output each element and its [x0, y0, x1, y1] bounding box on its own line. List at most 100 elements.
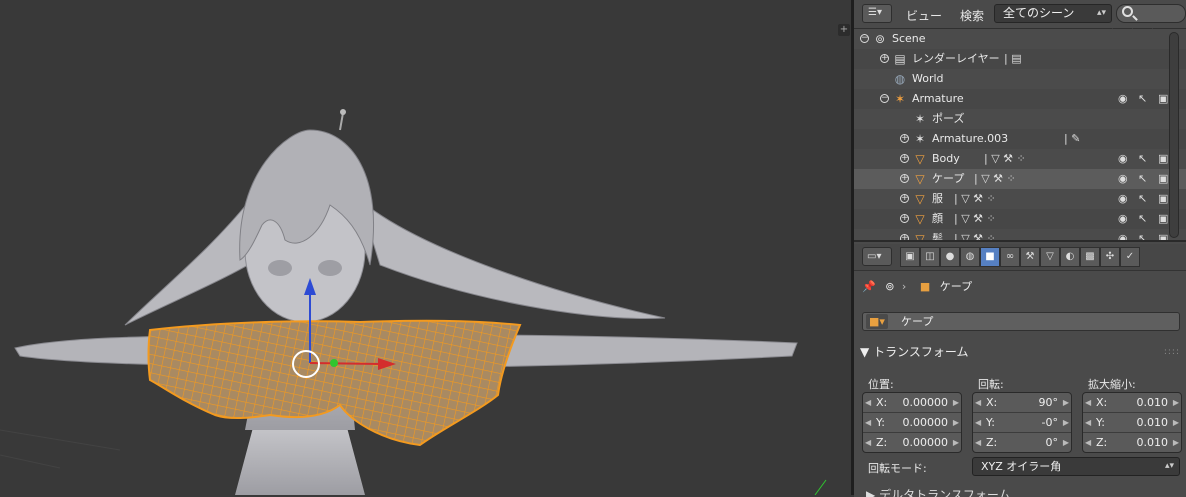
expand-icon[interactable]: + — [900, 214, 909, 223]
render-layer-icon[interactable]: | ▤ — [1004, 49, 1022, 69]
panel-grip-icon[interactable]: :::: — [1164, 342, 1180, 362]
expand-icon[interactable]: + — [880, 54, 889, 63]
outliner-row[interactable]: + ▽ 髪 | ▽ ⚒ ⁘ ◉ ↖ ▣ — [854, 229, 1186, 240]
outliner-row[interactable]: − ✶ Armature ◉ ↖ ▣ — [854, 89, 1186, 109]
eye-icon[interactable]: ◉ — [1118, 149, 1128, 169]
eye-icon[interactable]: ◉ — [1118, 89, 1128, 109]
increment-arrow-icon[interactable]: ▶ — [1173, 413, 1179, 432]
eye-icon[interactable]: ◉ — [1118, 169, 1128, 189]
tab-scene[interactable]: ● — [940, 247, 960, 267]
camera-icon[interactable]: ▣ — [1158, 209, 1168, 229]
decrement-arrow-icon[interactable]: ◀ — [975, 413, 981, 432]
tab-render-layers[interactable]: ◫ — [920, 247, 940, 267]
cursor-icon[interactable]: ↖ — [1138, 169, 1147, 189]
editor-type-button[interactable]: ▭▾ — [862, 247, 892, 266]
decrement-arrow-icon[interactable]: ◀ — [865, 433, 871, 452]
outliner-row[interactable]: + ▽ ケープ | ▽ ⚒ ⁘ ◉ ↖ ▣ — [854, 169, 1186, 189]
decrement-arrow-icon[interactable]: ◀ — [975, 393, 981, 412]
display-mode-select[interactable]: 全てのシーン ▴▾ — [994, 4, 1112, 23]
decrement-arrow-icon[interactable]: ◀ — [975, 433, 981, 452]
camera-icon[interactable]: ▣ — [1158, 189, 1168, 209]
cursor-icon[interactable]: ↖ — [1138, 209, 1147, 229]
increment-arrow-icon[interactable]: ▶ — [1173, 393, 1179, 412]
mesh-modifier-vgroup-icons[interactable]: | ▽ ⚒ ⁘ — [954, 189, 996, 209]
location-x-field[interactable]: ◀ X: 0.00000 ▶ — [863, 393, 961, 412]
outliner-row[interactable]: + ✶ Armature.003 | ✎ — [854, 129, 1186, 149]
decrement-arrow-icon[interactable]: ◀ — [1085, 433, 1091, 452]
tab-object[interactable]: ■ — [980, 247, 1000, 267]
camera-icon[interactable]: ▣ — [1158, 169, 1168, 189]
outliner-row[interactable]: + ▽ Body | ▽ ⚒ ⁘ ◉ ↖ ▣ — [854, 149, 1186, 169]
scale-x-field[interactable]: ◀ X: 0.010 ▶ — [1083, 393, 1181, 412]
increment-arrow-icon[interactable]: ▶ — [1173, 433, 1179, 452]
tab-physics[interactable]: ✓ — [1120, 247, 1140, 267]
scale-z-field[interactable]: ◀ Z: 0.010 ▶ — [1083, 432, 1181, 452]
location-y-field[interactable]: ◀ Y: 0.00000 ▶ — [863, 412, 961, 432]
3d-viewport[interactable]: + — [0, 0, 851, 495]
outliner-row[interactable]: − ⊚ Scene — [854, 29, 1186, 49]
eye-icon[interactable]: ◉ — [1118, 189, 1128, 209]
transform-panel-header[interactable]: ▼ トランスフォーム :::: — [860, 342, 1180, 362]
expand-icon[interactable]: + — [900, 154, 909, 163]
expand-icon[interactable]: + — [900, 174, 909, 183]
rotation-y-field[interactable]: ◀ Y: -0° ▶ — [973, 412, 1071, 432]
decrement-arrow-icon[interactable]: ◀ — [865, 413, 871, 432]
region-toggle-plus-icon[interactable]: + — [838, 24, 850, 36]
collapse-icon[interactable]: − — [860, 34, 869, 43]
viewport-scene[interactable] — [0, 0, 851, 495]
outliner-row[interactable]: + ▽ 服 | ▽ ⚒ ⁘ ◉ ↖ ▣ — [854, 189, 1186, 209]
menu-search[interactable]: 検索 — [960, 7, 984, 24]
decrement-arrow-icon[interactable]: ◀ — [865, 393, 871, 412]
object-name-field[interactable]: ■▾ ケープ — [862, 312, 1180, 331]
pin-icon[interactable]: 📌 — [862, 280, 876, 293]
cursor-icon[interactable]: ↖ — [1138, 149, 1147, 169]
camera-icon[interactable]: ▣ — [1158, 229, 1168, 240]
tab-constraints[interactable]: ∞ — [1000, 247, 1020, 267]
editor-type-button[interactable]: ☰▾ — [862, 4, 892, 23]
increment-arrow-icon[interactable]: ▶ — [953, 413, 959, 432]
outliner-row[interactable]: + ▤ レンダーレイヤー | ▤ — [854, 49, 1186, 69]
decrement-arrow-icon[interactable]: ◀ — [1085, 393, 1091, 412]
camera-icon[interactable]: ▣ — [1158, 149, 1168, 169]
bone-icon[interactable]: | ✎ — [1064, 129, 1080, 149]
search-input[interactable] — [1116, 4, 1186, 23]
menu-view[interactable]: ビュー — [906, 7, 942, 24]
tab-render[interactable]: ▣ — [900, 247, 920, 267]
outliner-scrollbar[interactable] — [1169, 32, 1179, 238]
location-z-field[interactable]: ◀ Z: 0.00000 ▶ — [863, 432, 961, 452]
increment-arrow-icon[interactable]: ▶ — [953, 393, 959, 412]
eye-icon[interactable]: ◉ — [1118, 229, 1128, 240]
expand-icon[interactable]: + — [900, 134, 909, 143]
mesh-modifier-vgroup-icons[interactable]: | ▽ ⚒ ⁘ — [974, 169, 1016, 189]
scale-y-field[interactable]: ◀ Y: 0.010 ▶ — [1083, 412, 1181, 432]
mesh-modifier-vgroup-icons[interactable]: | ▽ ⚒ ⁘ — [954, 229, 996, 240]
tab-texture[interactable]: ▩ — [1080, 247, 1100, 267]
tab-modifiers[interactable]: ⚒ — [1020, 247, 1040, 267]
axis-label: X: — [1096, 396, 1108, 409]
decrement-arrow-icon[interactable]: ◀ — [1085, 413, 1091, 432]
camera-icon[interactable]: ▣ — [1158, 89, 1168, 109]
mesh-modifier-vgroup-icons[interactable]: | ▽ ⚒ ⁘ — [984, 149, 1026, 169]
increment-arrow-icon[interactable]: ▶ — [953, 433, 959, 452]
mesh-modifier-vgroup-icons[interactable]: | ▽ ⚒ ⁘ — [954, 209, 996, 229]
collapse-icon[interactable]: − — [880, 94, 889, 103]
tab-world[interactable]: ◍ — [960, 247, 980, 267]
outliner-row[interactable]: + ▽ 顔 | ▽ ⚒ ⁘ ◉ ↖ ▣ — [854, 209, 1186, 229]
outliner-row[interactable]: ✶ ポーズ — [854, 109, 1186, 129]
tab-material[interactable]: ◐ — [1060, 247, 1080, 267]
rotation-x-field[interactable]: ◀ X: 90° ▶ — [973, 393, 1071, 412]
increment-arrow-icon[interactable]: ▶ — [1063, 393, 1069, 412]
cursor-icon[interactable]: ↖ — [1138, 229, 1147, 240]
cursor-icon[interactable]: ↖ — [1138, 189, 1147, 209]
tab-particles[interactable]: ✣ — [1100, 247, 1120, 267]
cursor-icon[interactable]: ↖ — [1138, 89, 1147, 109]
tab-data[interactable]: ▽ — [1040, 247, 1060, 267]
increment-arrow-icon[interactable]: ▶ — [1063, 433, 1069, 452]
rotation-z-field[interactable]: ◀ Z: 0° ▶ — [973, 432, 1071, 452]
eye-icon[interactable]: ◉ — [1118, 209, 1128, 229]
increment-arrow-icon[interactable]: ▶ — [1063, 413, 1069, 432]
outliner-row[interactable]: ◍ World — [854, 69, 1186, 89]
expand-icon[interactable]: + — [900, 194, 909, 203]
delta-transform-panel-header[interactable]: ▶ デルタトランスフォーム — [866, 486, 1010, 497]
rotation-mode-select[interactable]: XYZ オイラー角 ▴▾ — [972, 457, 1180, 476]
